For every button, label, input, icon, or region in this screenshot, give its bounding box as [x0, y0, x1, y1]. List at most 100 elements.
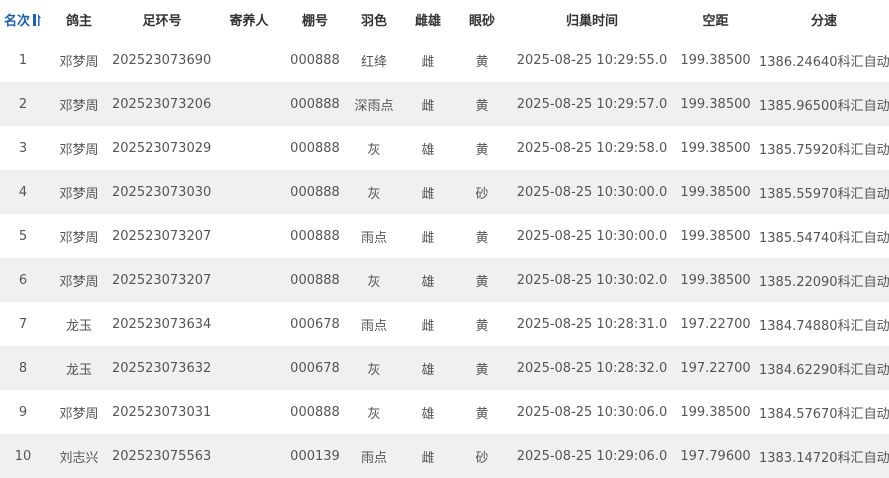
cell-keeper — [212, 346, 286, 390]
cell-ring: 2025230736327 — [112, 346, 212, 390]
race-results-table: 名次 鸽主 足环号 寄养人 棚号 羽色 雌雄 眼砂 归巢时间 空距 分速 1 邓… — [0, 0, 889, 478]
cell-speed: 1385.96500科汇自动 — [759, 82, 889, 126]
cell-eye: 砂 — [452, 434, 512, 478]
cell-rank: 8 — [0, 346, 46, 390]
cell-keeper — [212, 126, 286, 170]
cell-speed: 1384.62290科汇自动 — [759, 346, 889, 390]
cell-distance: 199.38500 — [672, 170, 759, 214]
table-row[interactable]: 8 龙玉 2025230736327 000678 灰 雄 黄 2025-08-… — [0, 346, 889, 390]
cell-eye: 黄 — [452, 390, 512, 434]
cell-arrival: 2025-08-25 10:29:06.0 — [512, 434, 672, 478]
cell-shed: 000678 — [286, 302, 344, 346]
table-row[interactable]: 2 邓梦周 2025230732067 000888 深雨点 雌 黄 2025-… — [0, 82, 889, 126]
table-row[interactable]: 9 邓梦周 2025230730310 000888 灰 雄 黄 2025-08… — [0, 390, 889, 434]
column-header-arrival[interactable]: 归巢时间 — [512, 0, 672, 38]
cell-owner: 邓梦周 — [46, 214, 112, 258]
cell-color: 灰 — [344, 346, 404, 390]
cell-speed: 1385.75920科汇自动 — [759, 126, 889, 170]
table-row[interactable]: 3 邓梦周 2025230730297 000888 灰 雄 黄 2025-08… — [0, 126, 889, 170]
cell-distance: 197.79600 — [672, 434, 759, 478]
cell-arrival: 2025-08-25 10:30:06.0 — [512, 390, 672, 434]
cell-ring: 2025230732067 — [112, 82, 212, 126]
cell-color: 灰 — [344, 258, 404, 302]
cell-eye: 黄 — [452, 82, 512, 126]
cell-eye: 黄 — [452, 258, 512, 302]
table-row[interactable]: 7 龙玉 2025230736342 000678 雨点 雌 黄 2025-08… — [0, 302, 889, 346]
cell-distance: 199.38500 — [672, 214, 759, 258]
cell-ring: 2025230730306 — [112, 170, 212, 214]
cell-speed: 1383.14720科汇自动 — [759, 434, 889, 478]
column-header-shed[interactable]: 棚号 — [286, 0, 344, 38]
cell-color: 雨点 — [344, 214, 404, 258]
cell-rank: 9 — [0, 390, 46, 434]
cell-color: 灰 — [344, 390, 404, 434]
cell-rank: 1 — [0, 38, 46, 82]
cell-ring: 2025230732078 — [112, 258, 212, 302]
cell-ring: 2025230730297 — [112, 126, 212, 170]
cell-sex: 雌 — [404, 434, 452, 478]
cell-ring: 2025230755631 — [112, 434, 212, 478]
cell-speed: 1386.24640科汇自动 — [759, 38, 889, 82]
cell-sex: 雄 — [404, 126, 452, 170]
cell-distance: 199.38500 — [672, 82, 759, 126]
cell-eye: 黄 — [452, 302, 512, 346]
cell-rank: 6 — [0, 258, 46, 302]
cell-arrival: 2025-08-25 10:29:55.0 — [512, 38, 672, 82]
cell-rank: 2 — [0, 82, 46, 126]
cell-distance: 197.22700 — [672, 346, 759, 390]
cell-keeper — [212, 38, 286, 82]
cell-color: 红绛 — [344, 38, 404, 82]
cell-arrival: 2025-08-25 10:29:57.0 — [512, 82, 672, 126]
cell-shed: 000888 — [286, 390, 344, 434]
cell-ring: 2025230730310 — [112, 390, 212, 434]
cell-owner: 邓梦周 — [46, 390, 112, 434]
cell-owner: 邓梦周 — [46, 38, 112, 82]
table-row[interactable]: 1 邓梦周 2025230736904 000888 红绛 雌 黄 2025-0… — [0, 38, 889, 82]
sort-ascending-icon[interactable] — [32, 13, 42, 27]
column-header-speed[interactable]: 分速 — [759, 0, 889, 38]
cell-arrival: 2025-08-25 10:30:00.0 — [512, 214, 672, 258]
cell-shed: 000139 — [286, 434, 344, 478]
cell-sex: 雌 — [404, 214, 452, 258]
cell-shed: 000678 — [286, 346, 344, 390]
table-row[interactable]: 6 邓梦周 2025230732078 000888 灰 雄 黄 2025-08… — [0, 258, 889, 302]
cell-speed: 1384.74880科汇自动 — [759, 302, 889, 346]
cell-arrival: 2025-08-25 10:30:00.0 — [512, 170, 672, 214]
cell-sex: 雄 — [404, 346, 452, 390]
cell-keeper — [212, 82, 286, 126]
cell-sex: 雄 — [404, 390, 452, 434]
column-header-keeper[interactable]: 寄养人 — [212, 0, 286, 38]
column-header-eye[interactable]: 眼砂 — [452, 0, 512, 38]
cell-sex: 雌 — [404, 38, 452, 82]
cell-keeper — [212, 170, 286, 214]
column-header-distance[interactable]: 空距 — [672, 0, 759, 38]
column-header-owner[interactable]: 鸽主 — [46, 0, 112, 38]
cell-eye: 黄 — [452, 126, 512, 170]
cell-distance: 199.38500 — [672, 126, 759, 170]
cell-speed: 1384.57670科汇自动 — [759, 390, 889, 434]
cell-sex: 雌 — [404, 82, 452, 126]
cell-rank: 10 — [0, 434, 46, 478]
column-header-ring[interactable]: 足环号 — [112, 0, 212, 38]
column-header-sex[interactable]: 雌雄 — [404, 0, 452, 38]
cell-keeper — [212, 258, 286, 302]
cell-speed: 1385.55970科汇自动 — [759, 170, 889, 214]
cell-arrival: 2025-08-25 10:28:31.0 — [512, 302, 672, 346]
table-row[interactable]: 5 邓梦周 2025230732074 000888 雨点 雌 黄 2025-0… — [0, 214, 889, 258]
column-header-rank[interactable]: 名次 — [0, 0, 46, 38]
cell-ring: 2025230736904 — [112, 38, 212, 82]
table-row[interactable]: 4 邓梦周 2025230730306 000888 灰 雌 砂 2025-08… — [0, 170, 889, 214]
cell-owner: 龙玉 — [46, 346, 112, 390]
cell-arrival: 2025-08-25 10:29:58.0 — [512, 126, 672, 170]
cell-eye: 黄 — [452, 346, 512, 390]
cell-speed: 1385.54740科汇自动 — [759, 214, 889, 258]
cell-arrival: 2025-08-25 10:28:32.0 — [512, 346, 672, 390]
cell-color: 深雨点 — [344, 82, 404, 126]
cell-shed: 000888 — [286, 214, 344, 258]
cell-sex: 雄 — [404, 258, 452, 302]
column-header-color[interactable]: 羽色 — [344, 0, 404, 38]
cell-arrival: 2025-08-25 10:30:02.0 — [512, 258, 672, 302]
table-row[interactable]: 10 刘志兴 2025230755631 000139 雨点 雌 砂 2025-… — [0, 434, 889, 478]
cell-owner: 邓梦周 — [46, 82, 112, 126]
cell-shed: 000888 — [286, 38, 344, 82]
